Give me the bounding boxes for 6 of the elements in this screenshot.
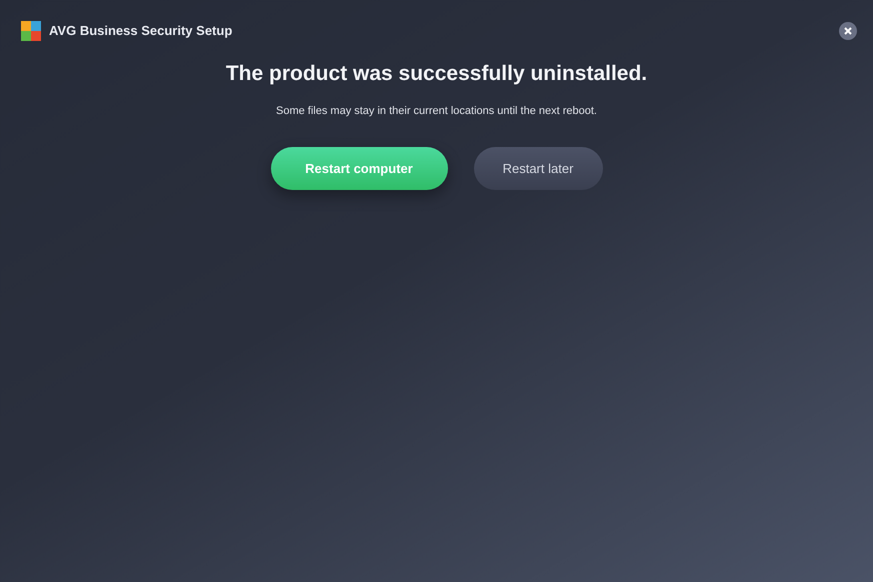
close-icon[interactable] — [839, 22, 857, 40]
message-text: Some files may stay in their current locations until the next reboot. — [276, 104, 597, 118]
logo-icon — [21, 20, 41, 40]
window-title: AVG Business Security Setup — [49, 22, 232, 40]
restart-later-button[interactable]: Restart later — [474, 147, 602, 190]
heading: The product was successfully uninstalled. — [226, 61, 648, 87]
